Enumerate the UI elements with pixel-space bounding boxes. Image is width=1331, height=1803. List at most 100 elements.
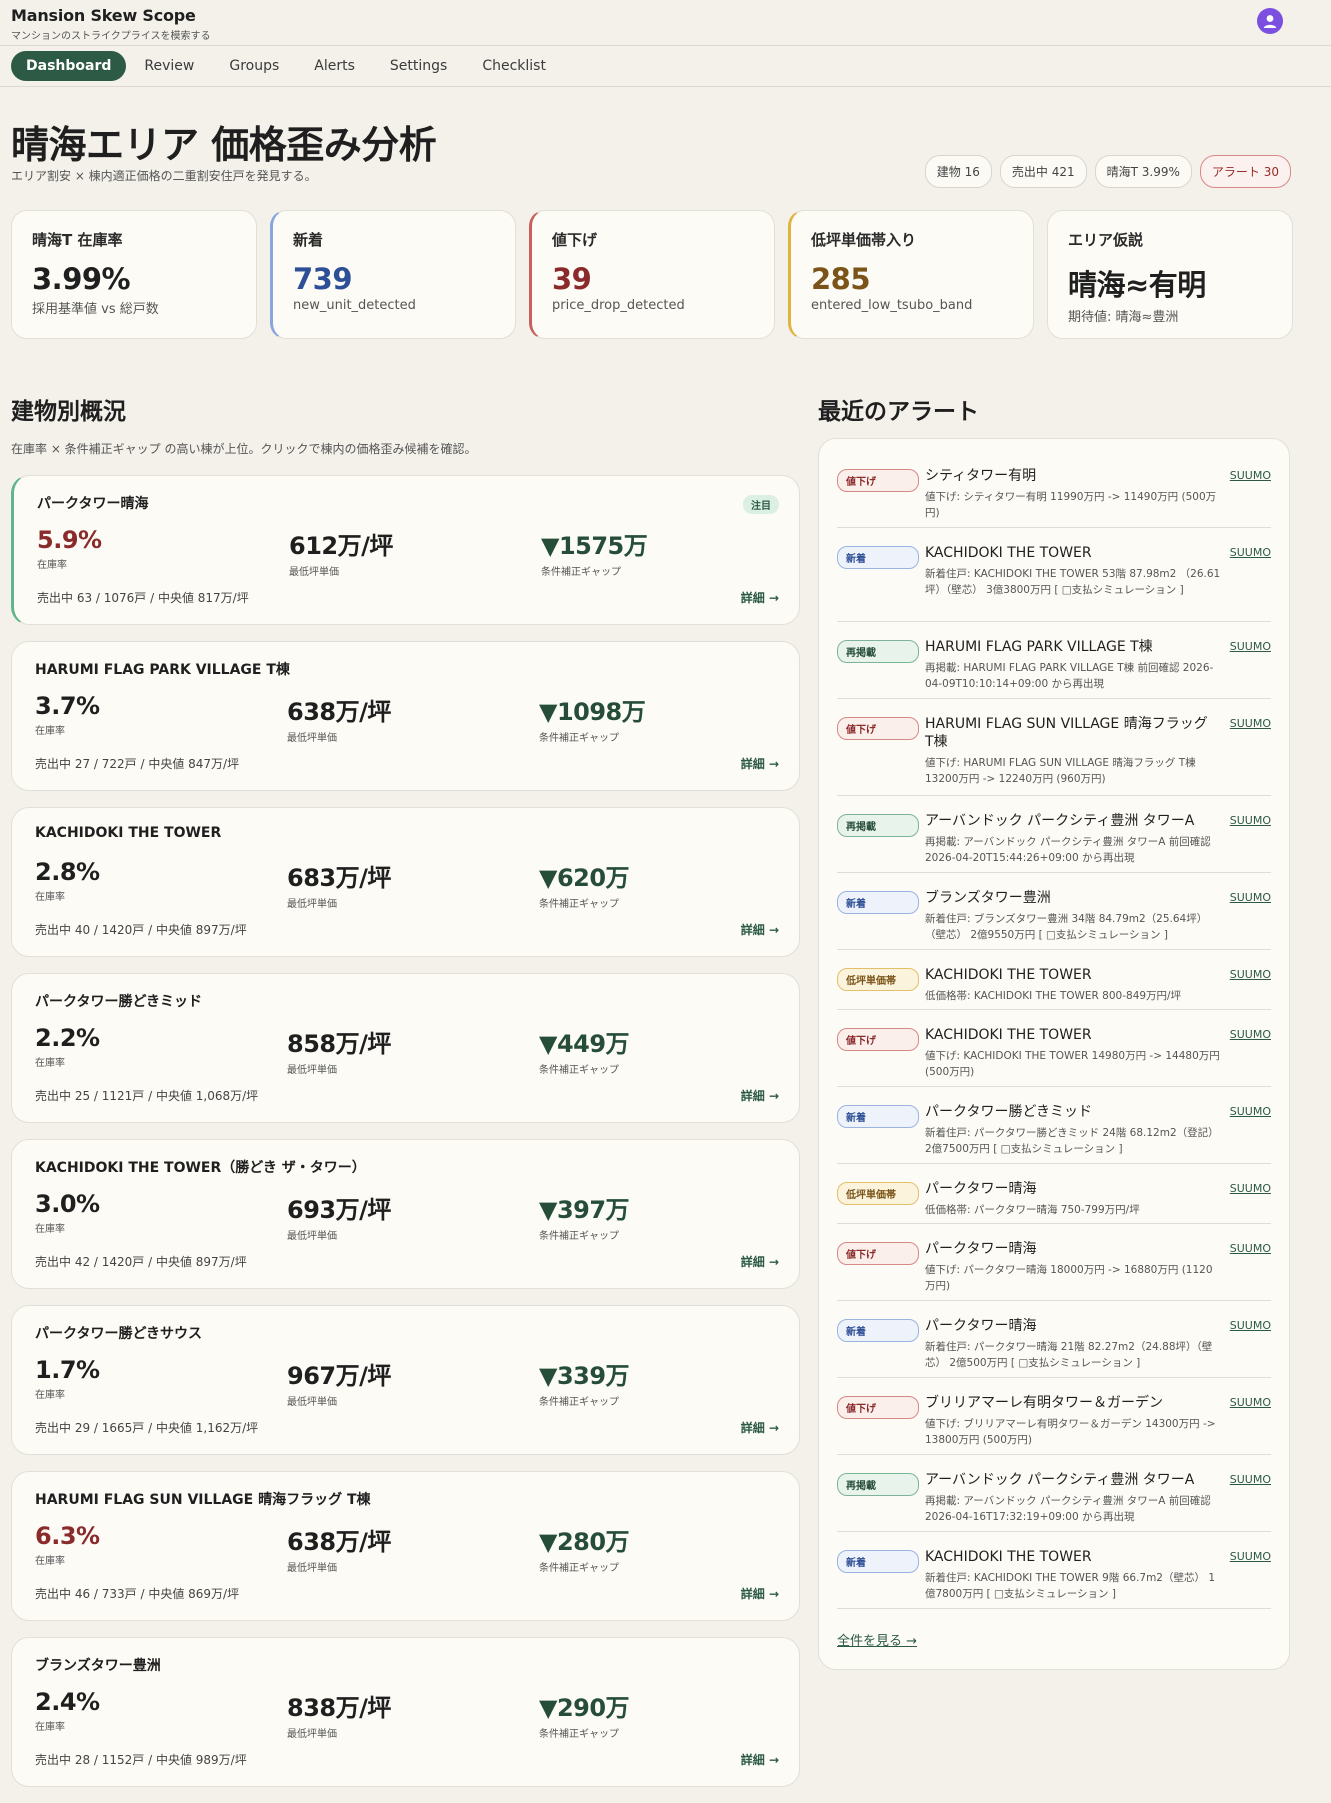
- kpi-value: 晴海≈有明: [1068, 268, 1206, 302]
- alert-title: パークタワー晴海: [925, 1241, 1037, 1257]
- nav-checklist[interactable]: Checklist: [482, 52, 546, 80]
- alert-item[interactable]: 新着 KACHIDOKI THE TOWER 新着住戸: KACHIDOKI T…: [837, 528, 1271, 622]
- alert-item[interactable]: 新着 パークタワー晴海 新着住戸: パークタワー晴海 21階 82.27m2（2…: [837, 1301, 1271, 1378]
- alert-item[interactable]: 再掲載 HARUMI FLAG PARK VILLAGE T棟 再掲載: HAR…: [837, 622, 1271, 699]
- alert-detail: 値下げ: ブリリアマーレ有明タワー＆ガーデン 14300万円 -> 13800万…: [925, 1418, 1216, 1446]
- metric-value: 2.2%: [35, 1024, 100, 1052]
- alert-detail: 再掲載: アーバンドック パークシティ豊洲 タワーA 前回確認 2026-04-…: [925, 836, 1211, 864]
- building-name: パークタワー勝どきサウス: [35, 1326, 203, 1342]
- kpi-label: 値下げ: [552, 231, 598, 249]
- suumo-link[interactable]: SUUMO: [1230, 640, 1271, 653]
- alert-detail: 値下げ: HARUMI FLAG SUN VILLAGE 晴海フラッグ T棟 1…: [925, 757, 1196, 785]
- detail-link[interactable]: 詳細 →: [741, 589, 779, 606]
- alert-title: KACHIDOKI THE TOWER: [925, 1027, 1092, 1043]
- suumo-link[interactable]: SUUMO: [1230, 1028, 1271, 1041]
- alerts-panel: 値下げ シティタワー有明 値下げ: シティタワー有明 11990万円 -> 11…: [818, 438, 1290, 1670]
- building-card[interactable]: パークタワー晴海 注目 5.9% 在庫率 612万/坪 最低坪単価 ▼1575万 条件…: [11, 475, 800, 625]
- avatar[interactable]: [1257, 8, 1283, 34]
- chip-alerts[interactable]: アラート 30: [1199, 155, 1291, 188]
- alert-item[interactable]: 値下げ ブリリアマーレ有明タワー＆ガーデン 値下げ: ブリリアマーレ有明タワー＆…: [837, 1378, 1271, 1455]
- detail-link[interactable]: 詳細 →: [741, 755, 779, 772]
- metric-gap: ▼397万 条件補正ギャップ: [539, 1190, 630, 1242]
- suumo-link[interactable]: SUUMO: [1230, 891, 1271, 904]
- metric-label: 最低坪単価: [287, 1065, 337, 1076]
- kpi-label: エリア仮説: [1068, 231, 1144, 249]
- building-card[interactable]: KACHIDOKI THE TOWER（勝どき ザ・タワー） 3.0% 在庫率 6…: [11, 1139, 800, 1289]
- building-card[interactable]: パークタワー勝どきサウス 1.7% 在庫率 967万/坪 最低坪単価 ▼339万 条件…: [11, 1305, 800, 1455]
- metric-label: 在庫率: [35, 892, 65, 903]
- page-subtitle: エリア割安 × 棟内適正価格の二重割安住戸を発見する。: [11, 169, 317, 183]
- metric-value: 3.7%: [35, 692, 100, 720]
- metric-value: 858万/坪: [287, 1030, 391, 1058]
- alert-item[interactable]: 値下げ パークタワー晴海 値下げ: パークタワー晴海 18000万円 -> 16…: [837, 1224, 1271, 1301]
- alert-type-badge: 再掲載: [837, 640, 919, 663]
- detail-link[interactable]: 詳細 →: [741, 1087, 779, 1104]
- nav-alerts[interactable]: Alerts: [314, 52, 355, 80]
- building-card[interactable]: HARUMI FLAG SUN VILLAGE 晴海フラッグ T棟 6.3% 在庫…: [11, 1471, 800, 1621]
- suumo-link[interactable]: SUUMO: [1230, 1550, 1271, 1563]
- alert-item[interactable]: 新着 ブランズタワー豊洲 新着住戸: ブランズタワー豊洲 34階 84.79m2…: [837, 873, 1271, 950]
- kpi-label: 低坪単価帯入り: [811, 231, 917, 249]
- alert-detail: 新着住戸: KACHIDOKI THE TOWER 53階 87.98m2 （2…: [925, 568, 1221, 596]
- detail-link[interactable]: 詳細 →: [741, 1585, 779, 1602]
- suumo-link[interactable]: SUUMO: [1230, 1319, 1271, 1332]
- metric-value: ▼1098万: [539, 698, 646, 726]
- metric-inventory-rate: 3.7% 在庫率: [35, 692, 100, 737]
- alert-item[interactable]: 値下げ シティタワー有明 値下げ: シティタワー有明 11990万円 -> 11…: [837, 451, 1271, 528]
- alert-type-badge: 値下げ: [837, 1028, 919, 1051]
- building-card[interactable]: パークタワー勝どきミッド 2.2% 在庫率 858万/坪 最低坪単価 ▼449万 条件…: [11, 973, 800, 1123]
- nav-review[interactable]: Review: [144, 52, 194, 80]
- building-list: パークタワー晴海 注目 5.9% 在庫率 612万/坪 最低坪単価 ▼1575万 条件…: [11, 475, 800, 1803]
- suumo-link[interactable]: SUUMO: [1230, 469, 1271, 482]
- alert-title: パークタワー晴海: [925, 1181, 1037, 1197]
- suumo-link[interactable]: SUUMO: [1230, 814, 1271, 827]
- suumo-link[interactable]: SUUMO: [1230, 1242, 1271, 1255]
- alert-item[interactable]: 再掲載 アーバンドック パークシティ豊洲 タワーA 再掲載: アーバンドック パ…: [837, 1455, 1271, 1532]
- detail-link[interactable]: 詳細 →: [741, 1751, 779, 1768]
- metric-label: 条件補正ギャップ: [539, 1729, 619, 1740]
- alert-detail: 値下げ: シティタワー有明 11990万円 -> 11490万円 (500万円): [925, 491, 1217, 519]
- alert-item[interactable]: 値下げ KACHIDOKI THE TOWER 値下げ: KACHIDOKI T…: [837, 1010, 1271, 1087]
- detail-link[interactable]: 詳細 →: [741, 921, 779, 938]
- metric-inventory-rate: 2.8% 在庫率: [35, 858, 100, 903]
- kpi-row: 晴海T 在庫率 3.99% 採用基準値 vs 総戸数 新着 739 new_un…: [11, 210, 1293, 339]
- suumo-link[interactable]: SUUMO: [1230, 1396, 1271, 1409]
- alert-item[interactable]: 値下げ HARUMI FLAG SUN VILLAGE 晴海フラッグ T棟 値下…: [837, 699, 1271, 796]
- metric-value: 838万/坪: [287, 1694, 391, 1722]
- suumo-link[interactable]: SUUMO: [1230, 1105, 1271, 1118]
- nav-groups[interactable]: Groups: [229, 52, 279, 80]
- suumo-link[interactable]: SUUMO: [1230, 1182, 1271, 1195]
- metric-value: ▼280万: [539, 1528, 630, 1556]
- nav-dashboard[interactable]: Dashboard: [11, 51, 127, 81]
- metric-value: ▼1575万: [541, 532, 648, 560]
- kpi-value: 39: [552, 262, 592, 296]
- alert-item[interactable]: 再掲載 アーバンドック パークシティ豊洲 タワーA 再掲載: アーバンドック パ…: [837, 796, 1271, 873]
- alert-item[interactable]: 低坪単価帯 パークタワー晴海 低価格帯: パークタワー晴海 750-799万円/…: [837, 1164, 1271, 1224]
- metric-value: 683万/坪: [287, 864, 391, 892]
- detail-link[interactable]: 詳細 →: [741, 1253, 779, 1270]
- suumo-link[interactable]: SUUMO: [1230, 546, 1271, 559]
- suumo-link[interactable]: SUUMO: [1230, 717, 1271, 730]
- building-card[interactable]: ブランズタワー豊洲 2.4% 在庫率 838万/坪 最低坪単価 ▼290万 条件補正ギ…: [11, 1637, 800, 1787]
- chip-harumi-rate: 晴海T 3.99%: [1094, 155, 1192, 188]
- alert-type-badge: 値下げ: [837, 469, 919, 492]
- app-title[interactable]: Mansion Skew Scope: [11, 6, 196, 25]
- alert-detail: 低価格帯: パークタワー晴海 750-799万円/坪: [925, 1204, 1140, 1216]
- alert-type-badge: 低坪単価帯: [837, 968, 919, 991]
- alert-detail: 新着住戸: ブランズタワー豊洲 34階 84.79m2（25.64坪）（壁芯） …: [925, 913, 1208, 941]
- building-card[interactable]: HARUMI FLAG PARK VILLAGE T棟 3.7% 在庫率 638万…: [11, 641, 800, 791]
- building-card[interactable]: KACHIDOKI THE TOWER 2.8% 在庫率 683万/坪 最低坪単価 …: [11, 807, 800, 957]
- alert-item[interactable]: 新着 パークタワー勝どきミッド 新着住戸: パークタワー勝どきミッド 24階 6…: [837, 1087, 1271, 1164]
- nav-settings[interactable]: Settings: [390, 52, 447, 80]
- alert-item[interactable]: 低坪単価帯 KACHIDOKI THE TOWER 低価格帯: KACHIDOK…: [837, 950, 1271, 1010]
- metric-gap: ▼620万 条件補正ギャップ: [539, 858, 630, 910]
- metric-inventory-rate: 2.4% 在庫率: [35, 1688, 100, 1733]
- detail-link[interactable]: 詳細 →: [741, 1419, 779, 1436]
- metric-label: 条件補正ギャップ: [539, 733, 619, 744]
- see-all-alerts-link[interactable]: 全件を見る →: [837, 1630, 917, 1649]
- suumo-link[interactable]: SUUMO: [1230, 968, 1271, 981]
- alert-title: KACHIDOKI THE TOWER: [925, 545, 1092, 561]
- alert-item[interactable]: 新着 KACHIDOKI THE TOWER 新着住戸: KACHIDOKI T…: [837, 1532, 1271, 1609]
- suumo-link[interactable]: SUUMO: [1230, 1473, 1271, 1486]
- kpi-desc: entered_low_tsubo_band: [811, 298, 973, 313]
